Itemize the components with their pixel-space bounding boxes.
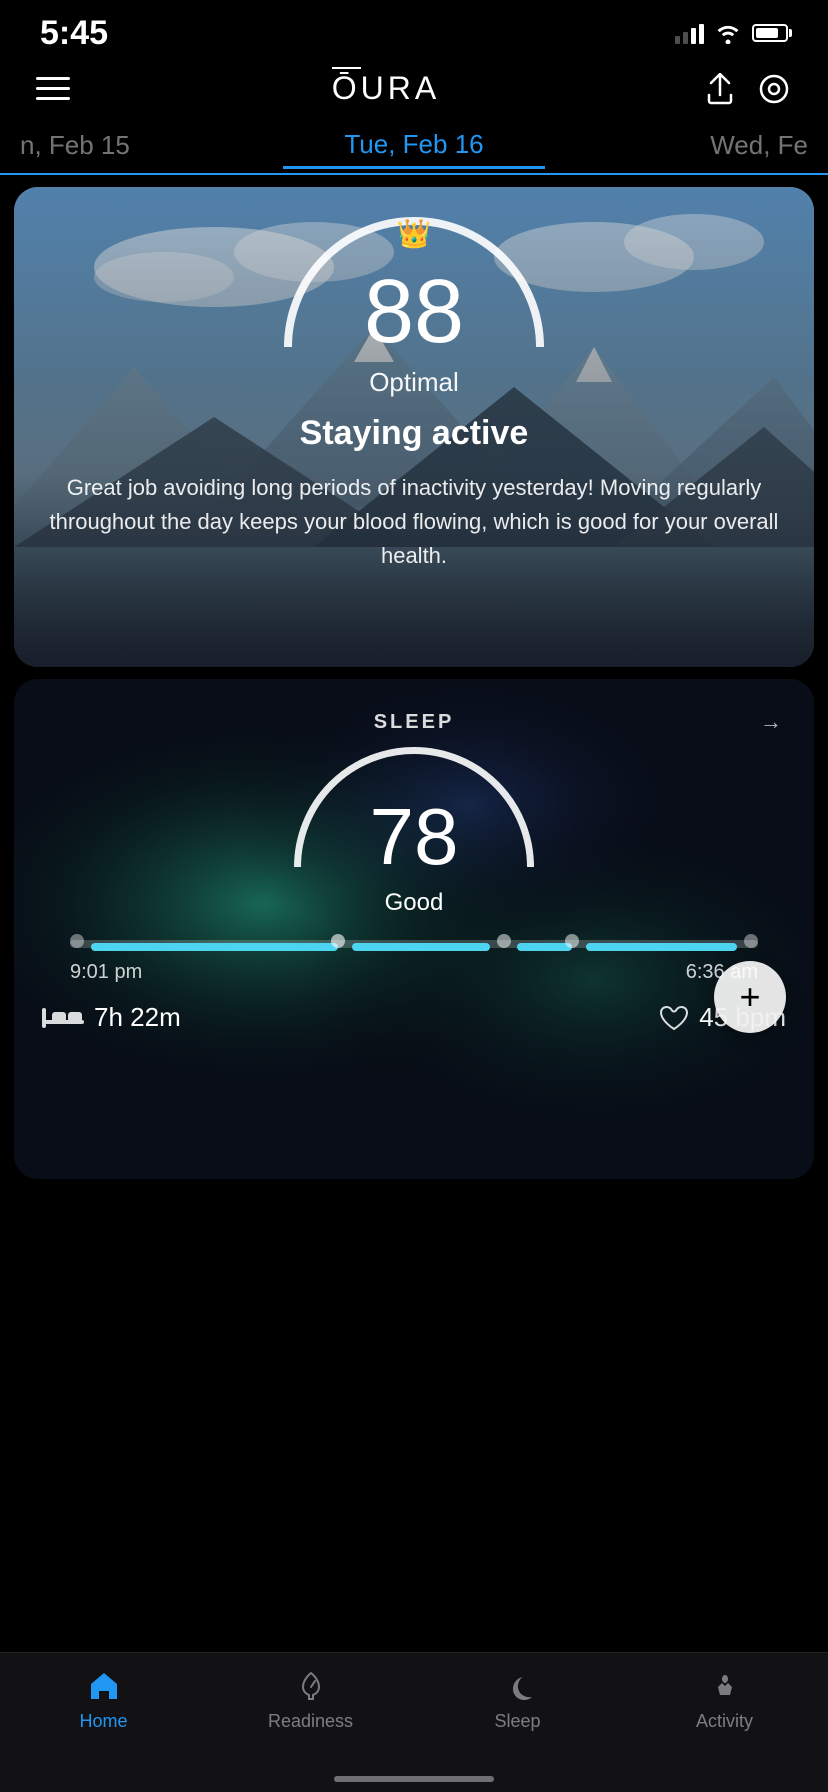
sleep-score: 78 [370, 797, 459, 877]
heart-icon [659, 1004, 689, 1032]
sleep-times: 9:01 pm 6:36 am [70, 961, 758, 984]
nav-label-sleep: Sleep [494, 1711, 540, 1732]
sleep-stats: 7h 22m 45 bpm + [14, 984, 814, 1049]
sleep-card[interactable]: SLEEP → 78 Good [14, 679, 814, 1179]
add-icon: + [739, 979, 760, 1015]
crown-icon: 👑 [397, 217, 432, 250]
nav-label-readiness: Readiness [268, 1711, 353, 1732]
sleep-duration-value: 7h 22m [94, 1002, 181, 1033]
sleep-segment-1 [91, 943, 339, 951]
nav-label-activity: Activity [696, 1711, 753, 1732]
app-header: ŌURA [0, 60, 828, 123]
sleep-section-label: SLEEP [72, 711, 756, 734]
sleep-end-time: 6:36 am [686, 961, 758, 984]
next-date[interactable]: Wed, Fe [545, 124, 828, 167]
app-logo: ŌURA [332, 70, 440, 107]
score-label: Optimal [369, 367, 459, 398]
readiness-icon [295, 1669, 327, 1703]
sleep-arrow-icon[interactable]: → [756, 707, 786, 737]
sleep-icon [503, 1669, 533, 1703]
menu-button[interactable] [36, 77, 70, 100]
active-date[interactable]: Tue, Feb 16 [283, 123, 546, 169]
nav-item-sleep[interactable]: Sleep [414, 1669, 621, 1732]
sleep-segment-3 [517, 943, 572, 951]
sleep-segment-2 [352, 943, 490, 951]
score-card-content: 👑 88 Optimal Staying active Great job av… [14, 187, 814, 573]
score-card[interactable]: 👑 88 Optimal Staying active Great job av… [14, 187, 814, 667]
share-button[interactable] [702, 71, 738, 107]
nav-item-home[interactable]: Home [0, 1669, 207, 1732]
timeline-dot-mid2 [497, 934, 511, 948]
status-time: 5:45 [40, 14, 108, 53]
nav-item-activity[interactable]: Activity [621, 1669, 828, 1732]
home-icon [87, 1669, 121, 1703]
card-description: Great job avoiding long periods of inact… [14, 471, 814, 573]
activity-icon [709, 1669, 741, 1703]
nav-label-home: Home [79, 1711, 127, 1732]
prev-date[interactable]: n, Feb 15 [0, 124, 283, 167]
battery-icon [752, 24, 788, 42]
home-indicator [334, 1776, 494, 1782]
timeline-dot-start [70, 934, 84, 948]
sleep-gauge: 78 [294, 747, 534, 877]
main-score: 88 [364, 267, 464, 357]
signal-icon [675, 22, 704, 44]
ring-settings-button[interactable] [756, 71, 792, 107]
sleep-timeline-bar [70, 937, 758, 951]
timeline-dot-mid3 [565, 934, 579, 948]
header-actions [702, 71, 792, 107]
status-bar: 5:45 [0, 0, 828, 60]
bed-icon [42, 1004, 84, 1032]
timeline-track [70, 940, 758, 948]
sleep-segment-4 [586, 943, 737, 951]
sleep-duration-stat: 7h 22m [42, 1002, 181, 1033]
nav-item-readiness[interactable]: Readiness [207, 1669, 414, 1732]
sleep-header: SLEEP → [42, 707, 786, 737]
sleep-start-time: 9:01 pm [70, 961, 142, 984]
status-icons [675, 22, 788, 44]
wifi-icon [714, 22, 742, 44]
bottom-navigation: Home Readiness Sleep Activity [0, 1652, 828, 1792]
sleep-score-label: Good [42, 889, 786, 917]
card-title: Staying active [300, 414, 529, 453]
date-navigation: n, Feb 15 Tue, Feb 16 Wed, Fe [0, 123, 828, 175]
timeline-dot-mid1 [331, 934, 345, 948]
timeline-dot-end [744, 934, 758, 948]
sleep-timeline: 9:01 pm 6:36 am [70, 937, 758, 984]
score-gauge: 👑 88 [284, 217, 544, 357]
sleep-card-content: SLEEP → 78 Good [14, 679, 814, 984]
